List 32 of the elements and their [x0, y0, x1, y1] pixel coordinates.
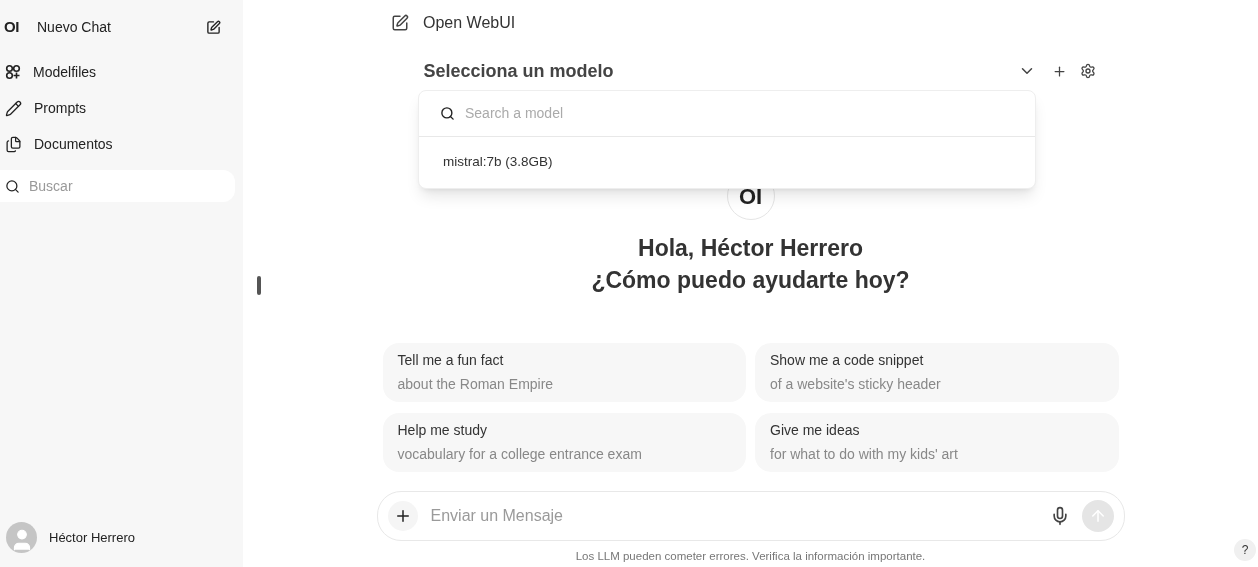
- suggestion-card[interactable]: Tell me a fun fact about the Roman Empire: [382, 343, 746, 402]
- disclaimer: Los LLM pueden cometer errores. Verifica la información importante.: [575, 549, 926, 564]
- greeting: Hola, Héctor Herrero: [638, 234, 863, 263]
- logo: OI: [4, 16, 21, 37]
- search-icon: [5, 178, 20, 194]
- attach-button[interactable]: [387, 501, 418, 531]
- greeting-question: ¿Cómo puedo ayudarte hoy?: [591, 266, 910, 295]
- model-search-field[interactable]: Search a model: [465, 102, 865, 124]
- new-chat-button[interactable]: Nuevo Chat: [37, 16, 206, 38]
- window-title: Open WebUI: [423, 12, 516, 33]
- sidebar-item[interactable]: Prompts: [0, 90, 243, 126]
- sidebar-item[interactable]: Documentos: [0, 126, 243, 162]
- suggestion-card[interactable]: Give me ideas for what to do with my kids' art: [755, 413, 1119, 472]
- sidebar-handle[interactable]: [257, 276, 261, 295]
- edit-icon[interactable]: [391, 13, 409, 32]
- suggestion-card[interactable]: Help me study vocabulary for a college entrance exam: [382, 413, 746, 472]
- edit-icon[interactable]: [206, 19, 221, 35]
- grid-icon: [5, 64, 21, 80]
- sidebar-item[interactable]: Modelfiles: [0, 54, 243, 90]
- search-bar[interactable]: Buscar: [0, 170, 235, 202]
- search-icon: [440, 105, 455, 121]
- search-field[interactable]: Buscar: [29, 175, 209, 197]
- help-button[interactable]: ?: [1234, 539, 1256, 561]
- suggestion-card[interactable]: Show me a code snippet of a website's sticky header: [755, 343, 1119, 402]
- documents-icon: [5, 135, 22, 153]
- message-input[interactable]: Enviar un Mensaje: [430, 504, 1050, 528]
- add-icon[interactable]: [1051, 63, 1067, 79]
- message-composer[interactable]: Enviar un Mensaje: [376, 491, 1125, 541]
- settings-icon[interactable]: [1079, 63, 1096, 79]
- user-name[interactable]: Héctor Herrero: [49, 527, 135, 548]
- model-selector[interactable]: Selecciona un modelo: [423, 57, 1018, 85]
- pencil-icon: [5, 99, 22, 117]
